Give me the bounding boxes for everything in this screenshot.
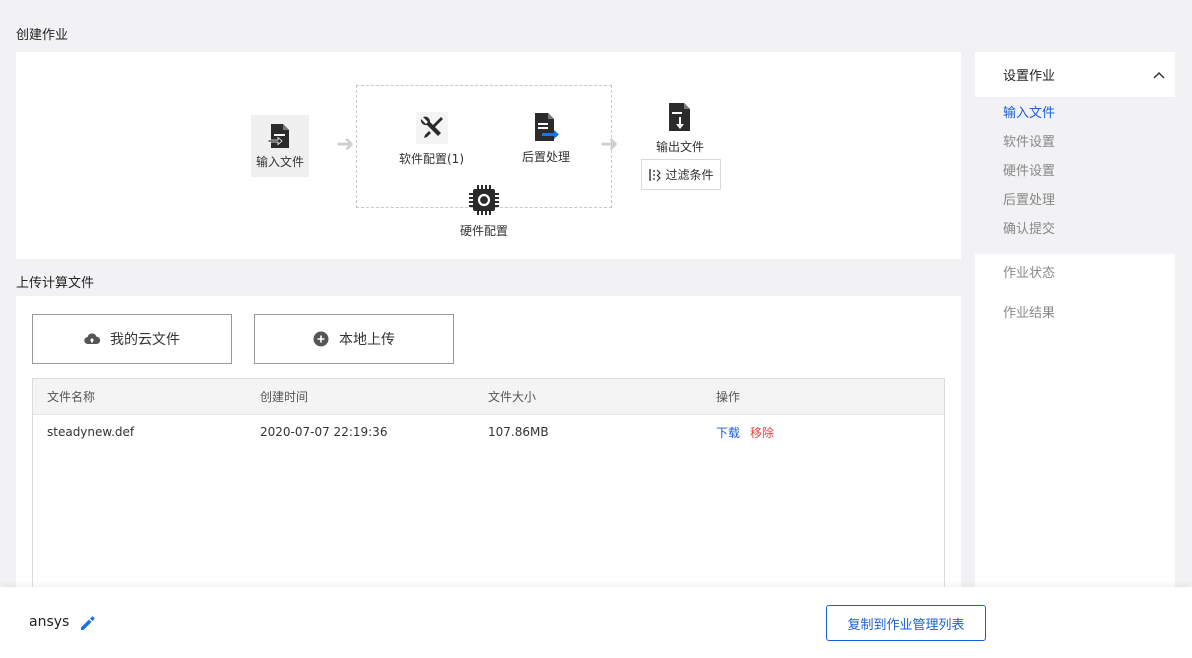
file-name-cell: steadynew.def [47, 425, 135, 439]
local-upload-button[interactable]: 本地上传 [254, 314, 454, 364]
arrow-right-icon: ➜ [600, 132, 619, 157]
arrow-right-icon: ➜ [336, 132, 355, 157]
my-cloud-files-label: 我的云文件 [110, 332, 180, 348]
cloud-upload-icon [84, 333, 100, 345]
cpu-chip-icon [469, 185, 499, 215]
sidebar-item-software-settings[interactable]: 软件设置 [1003, 132, 1175, 161]
workflow-node-hardware-label: 硬件配置 [459, 224, 508, 238]
sidebar-item-input-files[interactable]: 输入文件 [1003, 103, 1175, 132]
sidebar-header-setup-job[interactable]: 设置作业 [975, 52, 1175, 97]
download-link[interactable]: 下载 [716, 424, 740, 441]
sidebar-item-confirm-submit[interactable]: 确认提交 [1003, 219, 1175, 248]
wrench-tools-icon [420, 116, 443, 138]
workflow-node-output[interactable]: 输出文件 [646, 102, 714, 155]
workflow-node-input[interactable]: 输入文件 [251, 115, 309, 177]
column-header-created: 创建时间 [260, 390, 309, 404]
file-import-icon [268, 124, 289, 148]
edit-pencil-icon[interactable] [79, 614, 97, 636]
file-export-icon [669, 103, 690, 131]
workflow-panel: 输入文件 ➜ 软件配置(1) 后置处理 硬件配置 ➜ 输出文件 过滤条件 [16, 52, 961, 259]
remove-link[interactable]: 移除 [750, 424, 774, 441]
column-header-actions: 操作 [716, 390, 741, 404]
upload-panel: 我的云文件 本地上传 文件名称 创建时间 文件大小 操作 steadynew.d… [16, 296, 961, 608]
sidebar-item-job-status[interactable]: 作业状态 [975, 254, 1175, 294]
sidebar-item-post-processing[interactable]: 后置处理 [1003, 190, 1175, 219]
filter-condition-label: 过滤条件 [665, 168, 714, 182]
workflow-node-post-label: 后置处理 [521, 150, 570, 164]
workflow-node-input-label: 输入文件 [255, 155, 304, 169]
job-name: ansys [29, 614, 70, 630]
sidebar-item-hardware-settings[interactable]: 硬件设置 [1003, 161, 1175, 190]
table-header: 文件名称 创建时间 文件大小 操作 [33, 379, 944, 415]
filter-condition-button[interactable]: 过滤条件 [641, 159, 721, 190]
file-table: 文件名称 创建时间 文件大小 操作 steadynew.def 2020-07-… [32, 378, 945, 608]
table-row: steadynew.def 2020-07-07 22:19:36 107.86… [33, 415, 944, 449]
workflow-node-software-label: 软件配置(1) [399, 152, 464, 166]
page-title: 创建作业 [16, 28, 69, 43]
copy-to-job-list-button[interactable]: 复制到作业管理列表 [826, 605, 986, 641]
plus-circle-icon [313, 331, 329, 347]
workflow-node-hardware[interactable]: 硬件配置 [454, 184, 514, 239]
filter-icon [649, 168, 662, 181]
workflow-node-post[interactable]: 后置处理 [516, 112, 576, 165]
workflow-node-software[interactable]: 软件配置(1) [394, 112, 469, 167]
file-created-cell: 2020-07-07 22:19:36 [260, 425, 388, 439]
file-actions-cell: 下载 移除 [716, 424, 944, 441]
upload-section-title: 上传计算文件 [16, 276, 95, 291]
file-process-icon [535, 113, 559, 141]
chevron-up-icon [1153, 71, 1165, 79]
bottom-bar: ansys 复制到作业管理列表 [0, 587, 1192, 658]
local-upload-label: 本地上传 [339, 332, 395, 348]
sidebar-submenu: 输入文件 软件设置 硬件设置 后置处理 确认提交 [975, 97, 1175, 254]
sidebar-header-label: 设置作业 [1003, 69, 1056, 84]
my-cloud-files-button[interactable]: 我的云文件 [32, 314, 232, 364]
workflow-node-output-label: 输出文件 [655, 140, 704, 154]
column-header-size: 文件大小 [488, 390, 537, 404]
column-header-name: 文件名称 [47, 390, 96, 404]
sidebar-item-job-result[interactable]: 作业结果 [975, 294, 1175, 334]
job-steps-sidebar: 设置作业 输入文件 软件设置 硬件设置 后置处理 确认提交 作业状态 作业结果 [975, 52, 1175, 592]
file-size-cell: 107.86MB [488, 425, 549, 439]
